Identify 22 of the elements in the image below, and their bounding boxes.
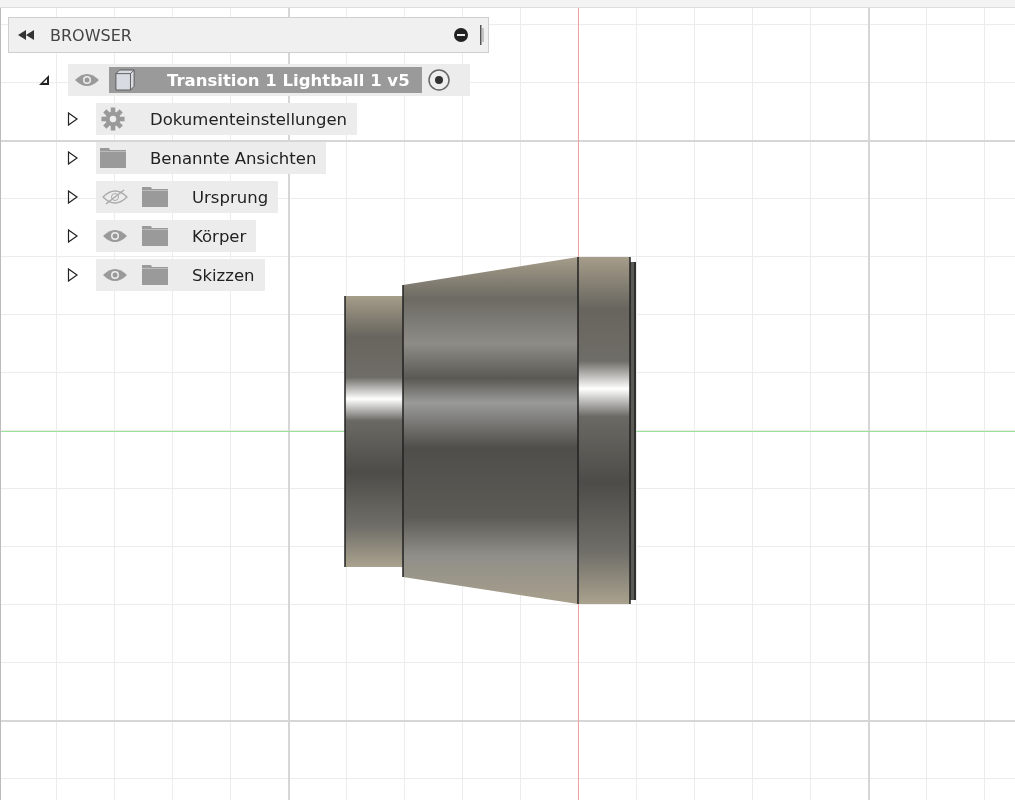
browser-node[interactable]: Skizzen <box>96 259 265 291</box>
collapse-icon[interactable] <box>18 30 34 40</box>
folder-icon <box>100 148 126 168</box>
folder-icon <box>142 265 168 285</box>
collapsed-triangle-icon[interactable] <box>67 190 79 204</box>
browser-node[interactable]: Ursprung <box>96 181 279 213</box>
collapsed-triangle-icon[interactable] <box>67 268 79 282</box>
gear-icon <box>100 107 126 131</box>
cube-icon <box>115 69 135 91</box>
activate-radio[interactable] <box>428 69 450 91</box>
folder-icon <box>142 187 168 207</box>
collapsed-triangle-icon[interactable] <box>67 112 79 126</box>
browser-node[interactable]: Körper <box>96 220 257 252</box>
panel-title: BROWSER <box>50 25 133 45</box>
collapsed-triangle-icon[interactable] <box>67 151 79 165</box>
resize-handle[interactable] <box>480 25 484 45</box>
browser-node[interactable]: Dokumenteinstellungen <box>96 103 358 135</box>
browser-node[interactable]: Benannte Ansichten <box>96 142 327 174</box>
expanded-triangle-icon[interactable] <box>38 74 50 86</box>
collapsed-triangle-icon[interactable] <box>67 229 79 243</box>
folder-icon <box>142 226 168 246</box>
minimize-icon[interactable] <box>454 28 468 42</box>
